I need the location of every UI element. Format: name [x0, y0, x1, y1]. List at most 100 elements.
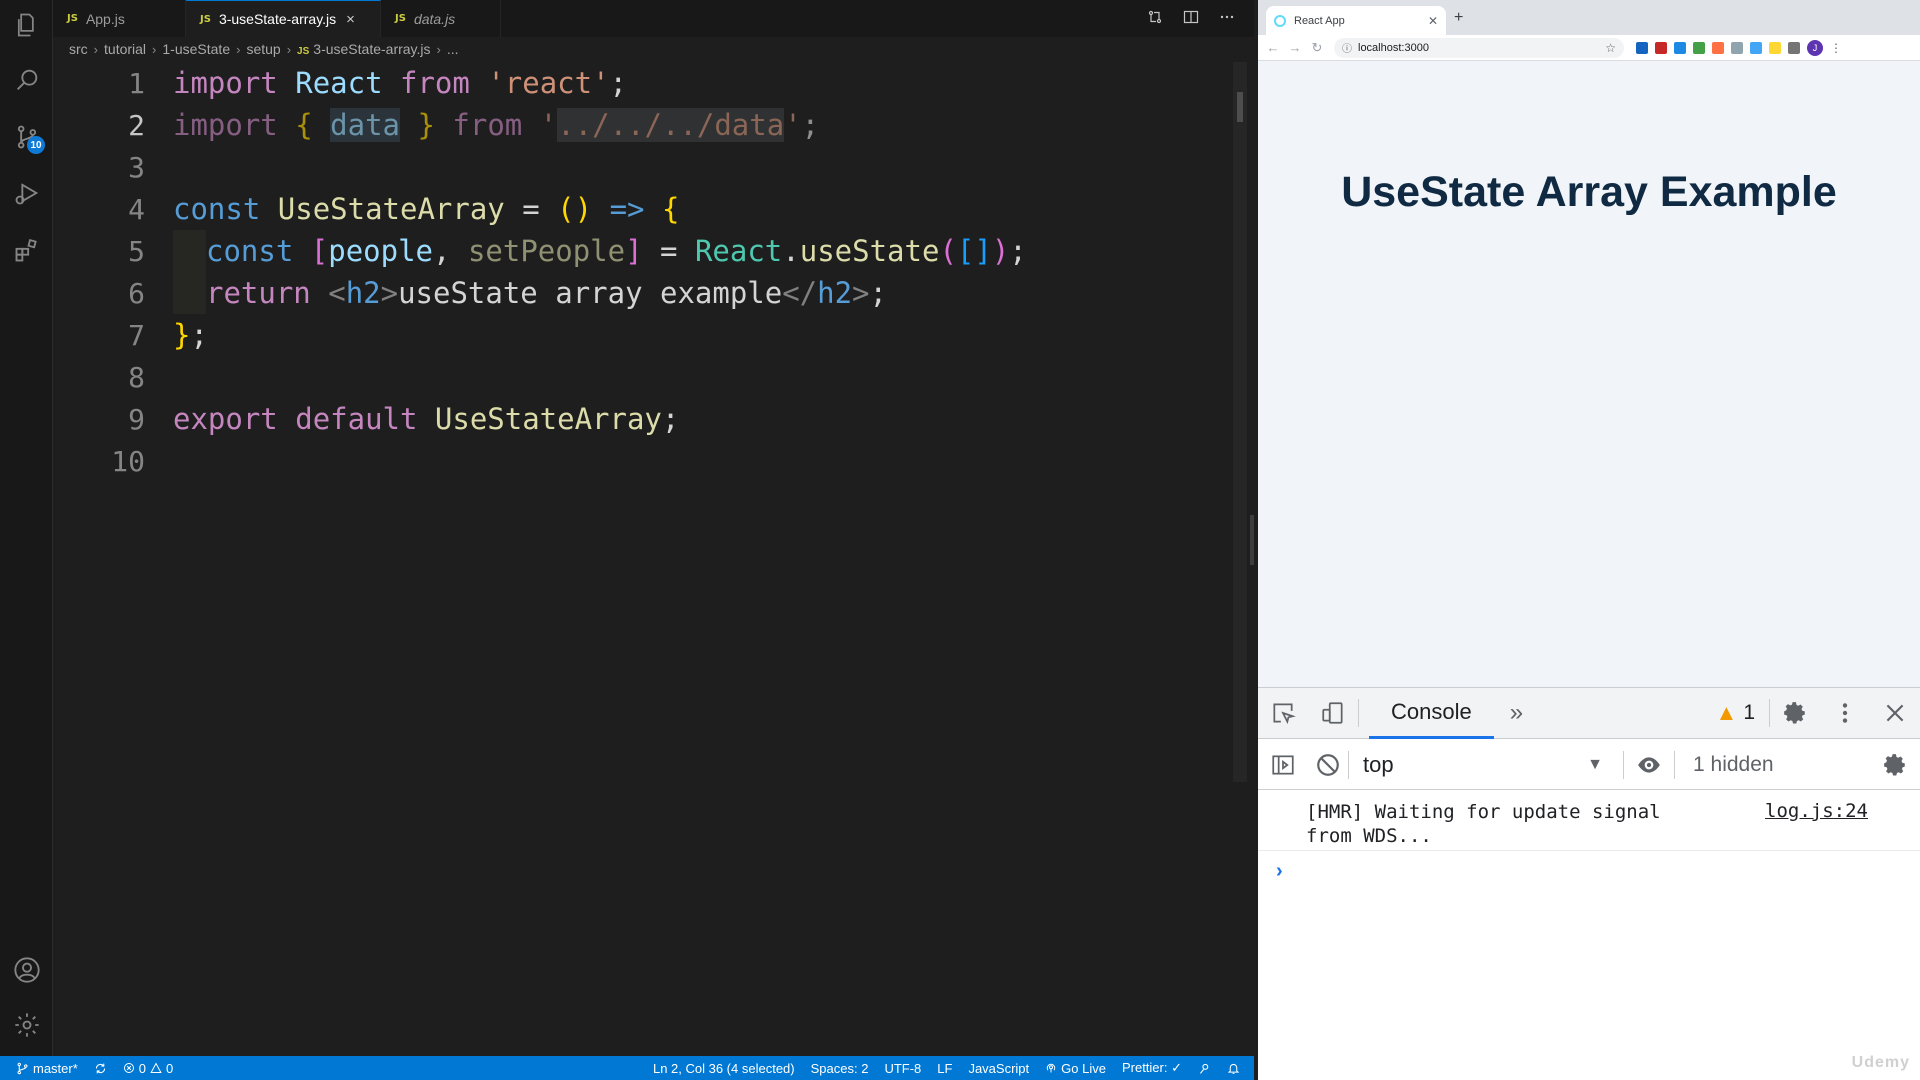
live-expression-eye-icon[interactable]: [1624, 739, 1674, 790]
warnings-counter[interactable]: ▲ 1: [1716, 700, 1769, 726]
extension-icon[interactable]: [1674, 41, 1686, 54]
tab-app-js[interactable]: JS App.js: [53, 0, 186, 37]
device-toolbar-icon[interactable]: [1308, 688, 1358, 739]
tab-console[interactable]: Console: [1369, 688, 1494, 739]
browser-toolbar: ← → ↻ ⓘ localhost:3000 ☆ J ⋮: [1258, 35, 1920, 61]
react-favicon-icon: [1274, 14, 1286, 27]
extension-icon[interactable]: [1655, 41, 1667, 54]
sync-icon[interactable]: [86, 1062, 115, 1075]
address-bar[interactable]: ⓘ localhost:3000 ☆: [1334, 37, 1624, 58]
back-arrow-icon[interactable]: ←: [1262, 40, 1284, 55]
tab-data-js[interactable]: JS data.js: [381, 0, 501, 37]
status-right: Ln 2, Col 36 (4 selected) Spaces: 2 UTF-…: [645, 1060, 1254, 1076]
end-of-line[interactable]: LF: [929, 1061, 960, 1076]
vscode-window: 10 JS App.js JS 3-useState-array.js × JS…: [0, 0, 1254, 1080]
divider: [1348, 750, 1349, 779]
extension-icon[interactable]: [1693, 41, 1705, 54]
feedback-icon[interactable]: [1190, 1062, 1219, 1075]
breadcrumb-item[interactable]: ...: [447, 41, 459, 57]
problems-status[interactable]: 0 0: [115, 1061, 181, 1076]
run-debug-icon[interactable]: [0, 168, 53, 218]
source-control-icon[interactable]: 10: [0, 112, 53, 162]
language-mode[interactable]: JavaScript: [960, 1061, 1037, 1076]
tab-label: data.js: [413, 10, 456, 27]
devtools-settings-icon[interactable]: [1770, 688, 1820, 739]
more-actions-icon[interactable]: [1218, 8, 1236, 26]
extension-icon[interactable]: [1731, 41, 1743, 54]
js-file-icon: JS: [67, 13, 78, 24]
reload-icon[interactable]: ↻: [1306, 40, 1328, 56]
warning-icon: ▲: [1715, 700, 1738, 725]
breadcrumb-item[interactable]: setup: [246, 41, 280, 57]
hidden-messages-count[interactable]: 1 hidden: [1693, 753, 1774, 777]
explorer-icon[interactable]: [0, 0, 53, 50]
breadcrumb-item[interactable]: tutorial: [104, 41, 146, 57]
forward-arrow-icon[interactable]: →: [1284, 40, 1306, 55]
site-info-icon[interactable]: ⓘ: [1342, 40, 1352, 55]
extension-icon[interactable]: [1769, 41, 1781, 54]
breadcrumb-item: 3-useState-array.js: [313, 41, 431, 57]
editor-tab-bar: JS App.js JS 3-useState-array.js × JS da…: [53, 0, 1254, 37]
settings-gear-icon[interactable]: [0, 1000, 53, 1050]
split-editor-icon[interactable]: [1182, 8, 1200, 26]
prettier-status[interactable]: Prettier: ✓: [1114, 1060, 1190, 1076]
browser-tab-react-app[interactable]: React App ✕: [1266, 6, 1446, 35]
close-devtools-icon[interactable]: [1870, 688, 1920, 739]
tab-3-usestate-array-js[interactable]: JS 3-useState-array.js ×: [186, 0, 381, 37]
line-number: 2: [128, 108, 145, 142]
code-line: 6 return <h2>useState array example</h2>…: [53, 272, 1233, 314]
error-icon: [123, 1063, 134, 1073]
context-selector[interactable]: top ▼: [1363, 752, 1603, 778]
console-settings-icon[interactable]: [1870, 739, 1920, 790]
show-sidebar-icon[interactable]: [1258, 739, 1308, 790]
code-line: 5 const [people, setPeople] = React.useS…: [53, 230, 1233, 272]
more-tabs-icon[interactable]: »: [1510, 699, 1523, 727]
branch-status[interactable]: master*: [0, 1061, 86, 1076]
scrollbar-thumb[interactable]: [1237, 92, 1243, 122]
console-prompt[interactable]: ›: [1276, 860, 1283, 883]
accounts-icon[interactable]: [0, 945, 53, 995]
inspect-element-icon[interactable]: [1258, 688, 1308, 739]
extensions-icon[interactable]: [0, 225, 53, 275]
code-text: import { data } from '../../../data';: [173, 108, 820, 142]
devtools-panel: Console » ▲ 1 top ▼ 1 hidden [HMR] Waiti…: [1258, 687, 1920, 1080]
code-text: };: [173, 318, 208, 352]
extension-icon[interactable]: [1750, 41, 1762, 54]
console-filter-bar: top ▼ 1 hidden: [1258, 740, 1920, 790]
browser-menu-icon[interactable]: ⋮: [1830, 41, 1842, 55]
split-sash[interactable]: [1250, 515, 1254, 565]
search-icon[interactable]: [0, 55, 53, 105]
extension-icon[interactable]: [1636, 41, 1648, 54]
console-source-link[interactable]: log.js:24: [1765, 800, 1868, 822]
line-number: 7: [128, 318, 145, 352]
encoding[interactable]: UTF-8: [876, 1061, 929, 1076]
bookmark-star-icon[interactable]: ☆: [1605, 41, 1616, 55]
chevron-right-icon: ›: [93, 41, 99, 57]
cursor-position[interactable]: Ln 2, Col 36 (4 selected): [645, 1061, 803, 1076]
clear-console-icon[interactable]: [1308, 739, 1348, 790]
dropdown-arrow-icon: ▼: [1587, 755, 1603, 773]
devtools-menu-icon[interactable]: [1820, 688, 1870, 739]
open-changes-icon[interactable]: [1146, 8, 1164, 26]
new-tab-icon[interactable]: +: [1454, 9, 1463, 27]
notifications-bell-icon[interactable]: [1219, 1062, 1254, 1075]
editor-scrollbar[interactable]: [1233, 62, 1247, 782]
indentation[interactable]: Spaces: 2: [803, 1061, 877, 1076]
code-editor[interactable]: 1 import React from 'react'; 2 import { …: [53, 62, 1233, 1052]
browser-tab-title: React App: [1294, 14, 1345, 27]
close-tab-icon[interactable]: ×: [346, 11, 355, 28]
code-line: 2 import { data } from '../../../data';: [53, 104, 1233, 146]
code-line: 10: [53, 440, 1233, 482]
profile-avatar[interactable]: J: [1807, 39, 1823, 56]
extension-icon[interactable]: [1712, 41, 1724, 54]
broadcast-icon: [1046, 1063, 1056, 1073]
browser-window: React App ✕ + ← → ↻ ⓘ localhost:3000 ☆ J…: [1258, 0, 1920, 1080]
close-tab-icon[interactable]: ✕: [1428, 14, 1438, 28]
breadcrumb-item[interactable]: src: [69, 41, 88, 57]
breadcrumb-file[interactable]: JS 3-useState-array.js: [297, 41, 430, 57]
code-line: 1 import React from 'react';: [53, 62, 1233, 104]
breadcrumb-item[interactable]: 1-useState: [162, 41, 230, 57]
puzzle-extensions-icon[interactable]: [1788, 41, 1800, 54]
warning-count: 1: [1743, 701, 1755, 724]
go-live-button[interactable]: Go Live: [1037, 1061, 1114, 1076]
